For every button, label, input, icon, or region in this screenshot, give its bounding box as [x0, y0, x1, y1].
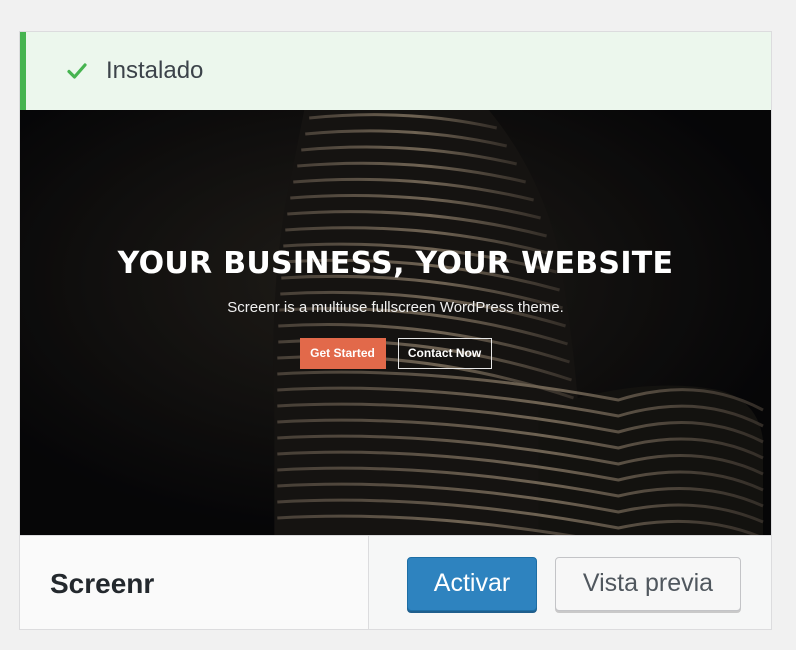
notice-text: Instalado: [106, 57, 204, 84]
hero-headline: YOUR BUSINESS, YOUR WEBSITE: [117, 246, 674, 281]
hero-buttons: Get Started Contact Now: [20, 338, 771, 369]
get-started-button: Get Started: [299, 338, 386, 369]
contact-now-button: Contact Now: [397, 338, 492, 369]
activate-button[interactable]: Activar: [407, 556, 537, 611]
theme-actions: Activar Vista previa: [369, 536, 771, 629]
installed-notice: Instalado: [20, 32, 771, 110]
theme-screenshot[interactable]: YOUR BUSINESS, YOUR WEBSITE Screenr is a…: [20, 110, 771, 535]
theme-hero: YOUR BUSINESS, YOUR WEBSITE Screenr is a…: [20, 110, 771, 535]
theme-card: Instalado YOUR BUSINESS, YOUR WEBSITE Sc…: [19, 31, 772, 630]
checkmark-icon: [66, 60, 88, 82]
hero-subtitle: Screenr is a multiuse fullscreen WordPre…: [227, 299, 564, 316]
theme-footer: Screenr Activar Vista previa: [20, 535, 771, 629]
preview-button[interactable]: Vista previa: [555, 556, 741, 611]
theme-name: Screenr: [20, 536, 369, 629]
